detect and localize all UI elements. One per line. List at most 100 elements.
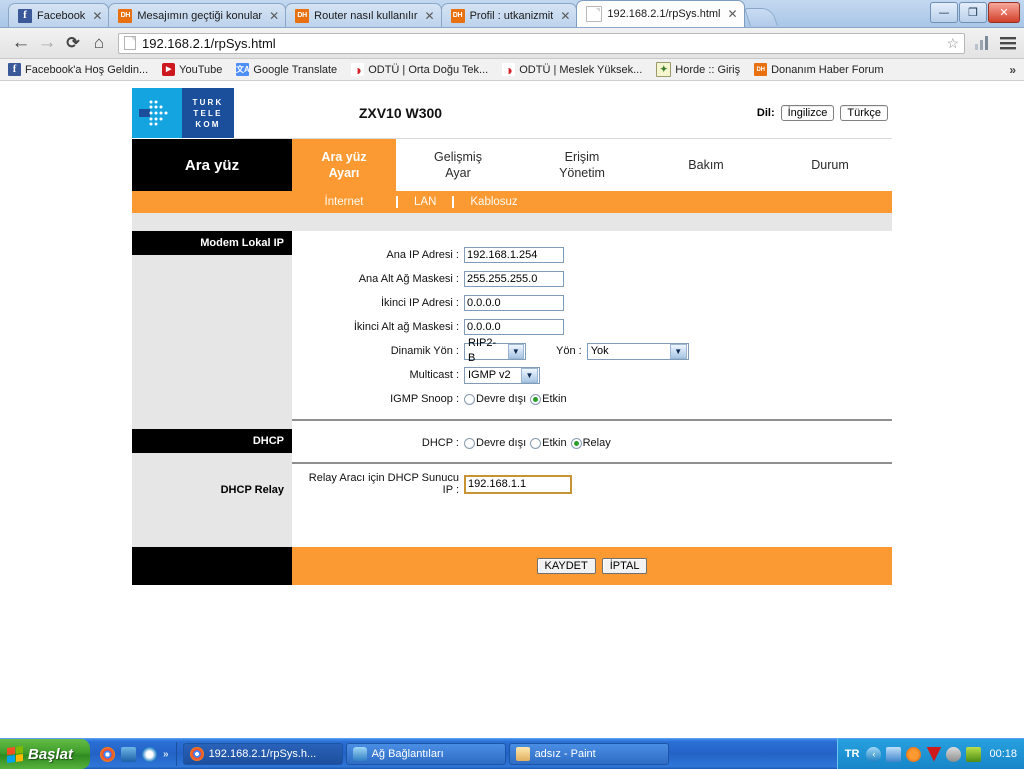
tab-close-icon[interactable]: ✕ <box>92 10 102 22</box>
nav-tab-ara-yuz-ayari[interactable]: Ara yüz Ayarı <box>292 139 396 191</box>
tray-avast-icon[interactable] <box>926 746 942 762</box>
quicklaunch-overflow-icon[interactable]: » <box>163 749 169 760</box>
start-button-label: Başlat <box>28 745 74 763</box>
dhcp-radio-relay[interactable]: Relay <box>570 437 611 449</box>
nav-tab-gelismis-ayar[interactable]: Gelişmiş Ayar <box>396 139 520 191</box>
browser-tab-facebook[interactable]: f Facebook ✕ <box>8 3 110 27</box>
browser-tab-router-nasil-kullanilir[interactable]: DH Router nasıl kullanılır ✕ <box>285 3 442 27</box>
tray-network-icon[interactable] <box>886 746 902 762</box>
dhcp-radio-etkin[interactable]: Etkin <box>530 437 567 449</box>
logo-arrow-glyph <box>139 100 168 126</box>
tray-expand-icon[interactable]: ‹ <box>866 746 882 762</box>
igmp-snoop-radio-devre-disi[interactable]: Devre dışı <box>464 393 526 405</box>
yon-select[interactable]: Yok ▼ <box>586 342 689 360</box>
chrome-icon[interactable] <box>100 746 115 762</box>
bookmark-youtube[interactable]: ▶ YouTube <box>162 63 222 76</box>
nav-tab-label: Durum <box>811 158 849 172</box>
radio-dot-icon <box>530 437 542 449</box>
opera-favicon: ◑ <box>502 63 516 76</box>
ana-alt-ag-maskesi-input[interactable] <box>464 271 564 287</box>
nav-tab-erisim-yonetim[interactable]: Erişim Yönetim <box>520 139 644 191</box>
minimize-button[interactable]: — <box>930 2 958 23</box>
igmp-snoop-radio-etkin[interactable]: Etkin <box>530 393 567 405</box>
bookmark-facebook[interactable]: f Facebook'a Hoş Geldin... <box>8 63 148 76</box>
browser-tab-profil-utkanizmit[interactable]: DH Profil : utkanizmit ✕ <box>440 3 578 27</box>
tab-close-icon[interactable]: ✕ <box>425 10 435 22</box>
tray-volume-icon[interactable] <box>946 746 962 762</box>
tab-close-icon[interactable]: ✕ <box>728 8 738 20</box>
language-button-english[interactable]: İngilizce <box>780 105 835 121</box>
action-bar-left-block <box>132 547 292 585</box>
new-tab-button[interactable] <box>743 8 778 26</box>
quick-launch-bar: » <box>93 742 177 766</box>
internet-explorer-icon[interactable] <box>142 746 157 762</box>
dinamik-yon-select[interactable]: RIP2-B ▼ <box>464 337 526 364</box>
opera-favicon: ◑ <box>351 63 365 76</box>
maximize-button[interactable]: ❐ <box>959 2 987 23</box>
chevron-down-icon: ▼ <box>669 343 687 359</box>
radio-dot-icon <box>464 393 475 405</box>
menu-icon[interactable] <box>1000 36 1016 50</box>
select-value: RIP2-B <box>468 337 497 364</box>
bookmark-google-translate[interactable]: 文A Google Translate <box>236 63 337 76</box>
browser-tab-router-config[interactable]: 192.168.2.1/rpSys.html ✕ <box>576 0 745 27</box>
subnav-item-lan[interactable]: LAN <box>398 196 455 208</box>
tray-clock[interactable]: 00:18 <box>989 748 1017 760</box>
forward-icon[interactable]: → <box>34 30 60 56</box>
tray-update-icon[interactable] <box>906 746 922 762</box>
dhcp-radio-devre-disi[interactable]: Devre dışı <box>464 437 526 449</box>
address-bar[interactable]: 192.168.2.1/rpSys.html ☆ <box>118 32 965 54</box>
tray-display-icon[interactable] <box>966 746 982 762</box>
nav-tab-durum[interactable]: Durum <box>768 139 892 191</box>
bookmarks-overflow-icon[interactable]: » <box>1009 63 1016 77</box>
tray-language-indicator[interactable]: TR <box>845 748 860 760</box>
signal-icon[interactable] <box>975 36 990 50</box>
google-translate-favicon: 文A <box>236 63 250 76</box>
chevron-down-icon: ▼ <box>521 367 538 383</box>
bookmark-donanim-haber[interactable]: DH Donanım Haber Forum <box>754 63 884 76</box>
multicast-select[interactable]: IGMP v2 ▼ <box>464 366 540 384</box>
router-main-nav: Ara yüz Ara yüz Ayarı Gelişmiş Ayar Eriş <box>132 139 892 191</box>
chrome-icon <box>189 747 204 761</box>
desktop-icon[interactable] <box>121 746 136 762</box>
taskbar-item-chrome[interactable]: 192.168.2.1/rpSys.h... <box>182 743 343 765</box>
subnav-item-kablosuz[interactable]: Kablosuz <box>454 196 533 208</box>
system-tray: TR ‹ 00:18 <box>836 739 1024 769</box>
language-button-turkish[interactable]: Türkçe <box>840 105 888 121</box>
tab-close-icon[interactable]: ✕ <box>560 10 570 22</box>
tab-title: Facebook <box>37 9 86 22</box>
bookmark-star-icon[interactable]: ☆ <box>946 35 959 52</box>
back-icon[interactable]: ← <box>8 30 34 56</box>
field-label: DHCP : <box>421 437 459 449</box>
ana-ip-adresi-input[interactable] <box>464 247 564 263</box>
section-header-dhcp-relay: DHCP Relay <box>132 478 292 502</box>
close-window-button[interactable]: ✕ <box>988 2 1020 23</box>
ikinci-ip-adresi-input[interactable] <box>464 295 564 311</box>
save-button[interactable]: KAYDET <box>536 558 596 574</box>
field-row-ana-ip-adresi: Ana IP Adresi : <box>292 243 892 267</box>
ikinci-alt-ag-maskesi-input[interactable] <box>464 319 564 335</box>
tab-close-icon[interactable]: ✕ <box>269 10 279 22</box>
network-icon <box>352 747 367 761</box>
taskbar-item-network-connections[interactable]: Ağ Bağlantıları <box>345 743 506 765</box>
radio-dot-icon <box>570 437 582 449</box>
bookmark-horde[interactable]: ✦ Horde :: Giriş <box>656 62 740 77</box>
browser-tab-mesajimin-gectigi-konular[interactable]: DH Mesajımın geçtiği konular ✕ <box>108 3 287 27</box>
radio-dot-icon <box>530 393 542 405</box>
router-model-name: ZXV10 W300 <box>358 105 443 121</box>
start-button[interactable]: Başlat <box>0 739 90 769</box>
taskbar-item-paint[interactable]: adsız - Paint <box>508 743 669 765</box>
donanimhaber-favicon: DH <box>754 63 768 76</box>
relay-dhcp-server-ip-input[interactable] <box>464 474 572 494</box>
bookmark-odtu-orta-dogu[interactable]: ◑ ODTÜ | Orta Doğu Tek... <box>351 63 488 76</box>
nav-tab-bakim[interactable]: Bakım <box>644 139 768 191</box>
home-icon[interactable]: ⌂ <box>86 30 112 56</box>
bookmark-odtu-meslek[interactable]: ◑ ODTÜ | Meslek Yüksek... <box>502 63 642 76</box>
subnav-item-internet[interactable]: İnternet <box>292 196 398 208</box>
taskbar-item-label: 192.168.2.1/rpSys.h... <box>208 748 317 760</box>
facebook-favicon: f <box>18 8 32 23</box>
reload-icon[interactable]: ⟳ <box>60 30 86 56</box>
cancel-button[interactable]: İPTAL <box>601 558 648 574</box>
radio-dot-icon <box>464 437 475 449</box>
